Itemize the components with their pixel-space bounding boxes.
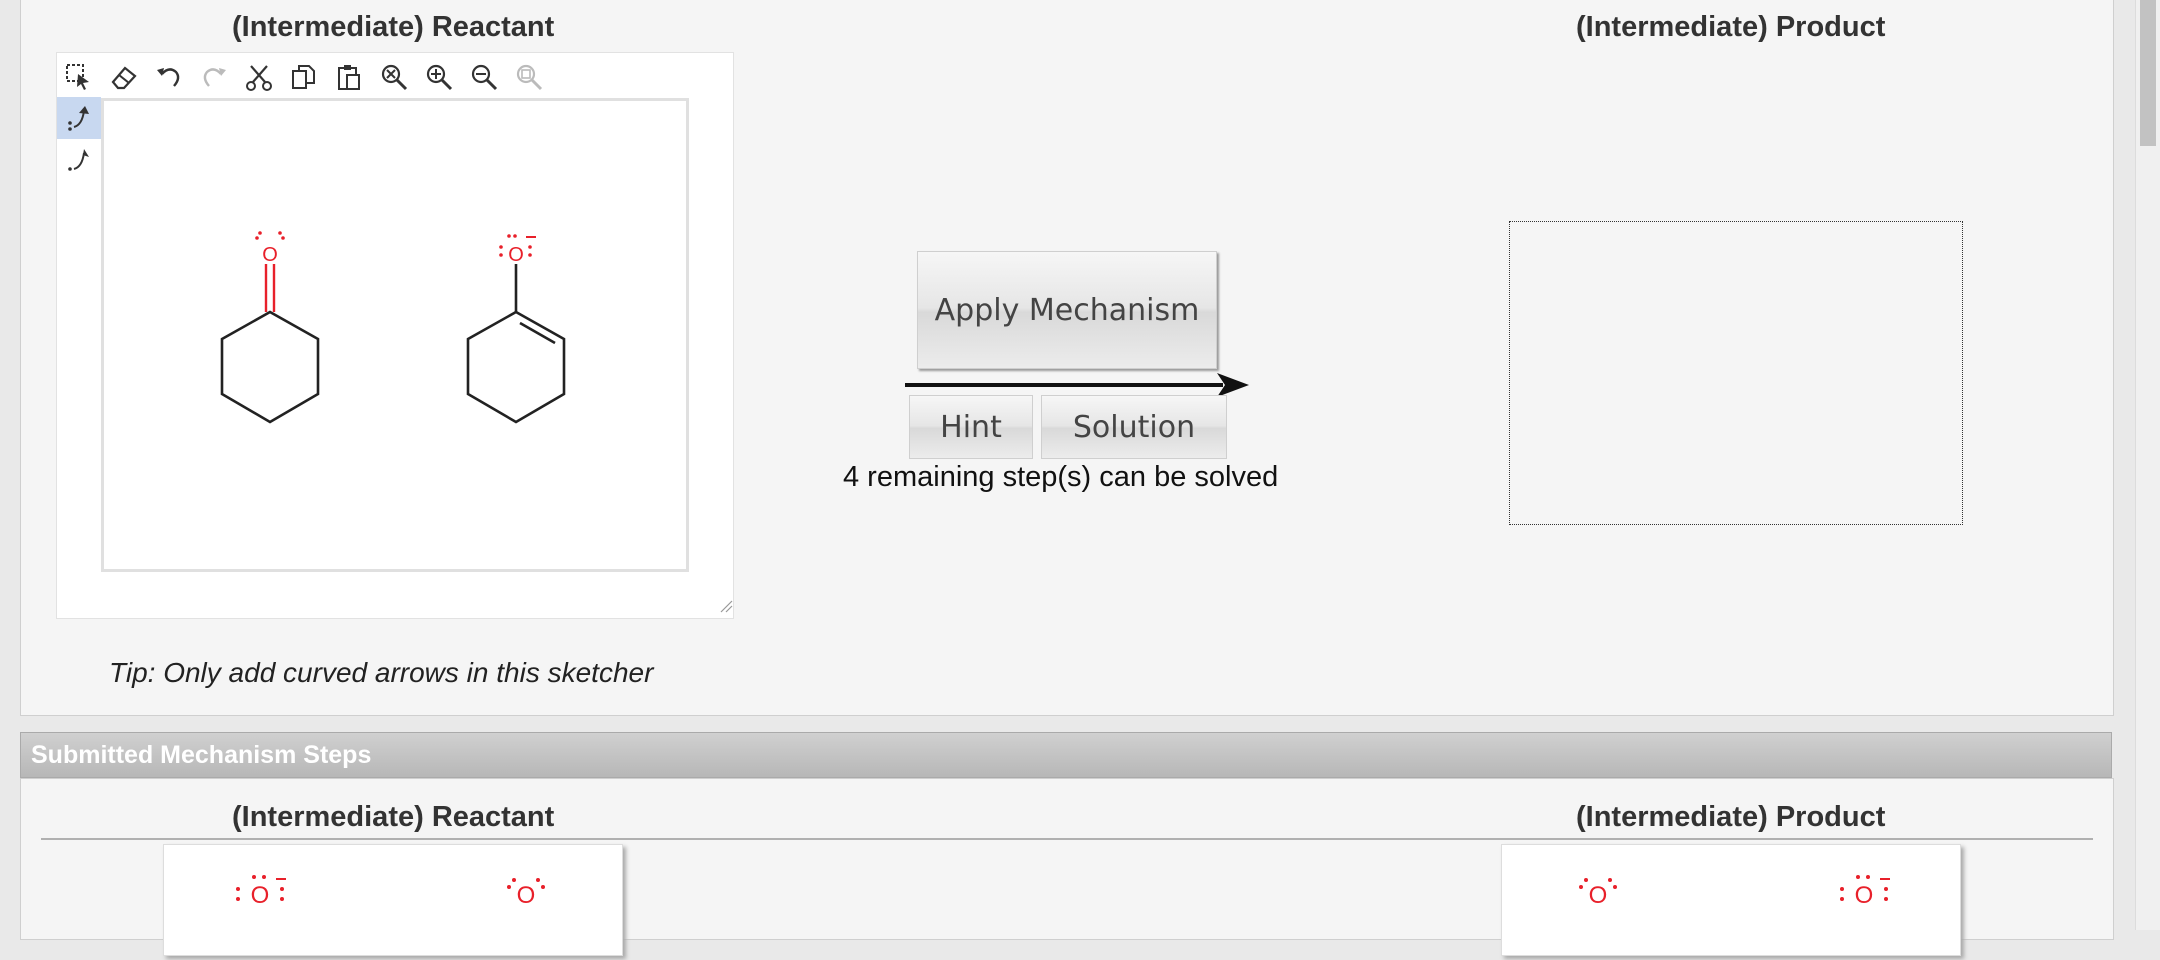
oxygen-atom-label: O [1589,882,1608,909]
thumb-enolate: O [236,875,286,909]
divider [41,838,2093,840]
resize-handle-icon[interactable] [719,599,733,618]
apply-mechanism-button[interactable]: Apply Mechanism [917,251,1217,369]
zoom-in-icon[interactable] [421,59,457,95]
sketcher-side-toolbar [57,97,101,181]
oxygen-atom-label: O [251,882,270,909]
redo-icon[interactable] [196,59,232,95]
submitted-steps-header[interactable]: Submitted Mechanism Steps [20,732,2112,778]
product-title: (Intermediate) Product [1576,11,1886,43]
oxygen-atom-label: O [517,882,536,909]
curved-arrow-single-electron-icon[interactable] [57,139,101,181]
reactant-molecules: O O [220,231,566,424]
oxygen-atom-label: O [508,244,524,266]
submitted-reactant-title: (Intermediate) Reactant [232,801,555,833]
oxygen-atom-label: O [262,244,278,266]
hint-button[interactable]: Hint [909,395,1033,459]
sketcher-toolbar [57,53,577,97]
zoom-fit-icon[interactable] [511,59,547,95]
page-scrollbar[interactable] [2135,0,2160,930]
submitted-product-title: (Intermediate) Product [1576,801,1886,833]
zoom-reset-icon[interactable] [376,59,412,95]
scrollbar-thumb[interactable] [2140,0,2156,146]
reaction-step-panel: (Intermediate) Reactant (Intermediate) P… [20,0,2114,716]
zoom-out-icon[interactable] [466,59,502,95]
curved-arrow-electron-pair-icon[interactable] [57,97,101,139]
product-drop-area [1509,221,1963,525]
molecule-sketcher[interactable]: O O [56,52,734,619]
sketch-canvas[interactable]: O O [101,98,689,572]
submitted-reactant-thumbnail[interactable]: O O [163,844,623,956]
eraser-icon[interactable] [106,59,142,95]
reactant-title: (Intermediate) Reactant [232,11,555,43]
thumb-cyclohexanone: O [1579,878,1617,909]
paste-icon[interactable] [331,59,367,95]
cyclohexanone-molecule: O [220,231,320,424]
select-icon[interactable] [61,59,97,95]
submitted-product-thumbnail[interactable]: O O [1501,844,1961,956]
undo-icon[interactable] [151,59,187,95]
remaining-steps-text: 4 remaining step(s) can be solved [843,461,1279,493]
sketcher-tip: Tip: Only add curved arrows in this sket… [109,657,654,688]
enolate-molecule: O [466,234,566,424]
thumb-enolate: O [1840,875,1890,909]
cut-icon[interactable] [241,59,277,95]
thumb-cyclohexanone: O [507,878,545,909]
solution-button[interactable]: Solution [1041,395,1227,459]
submitted-steps-panel: (Intermediate) Reactant (Intermediate) P… [20,778,2114,956]
copy-icon[interactable] [286,59,322,95]
oxygen-atom-label: O [1855,882,1874,909]
